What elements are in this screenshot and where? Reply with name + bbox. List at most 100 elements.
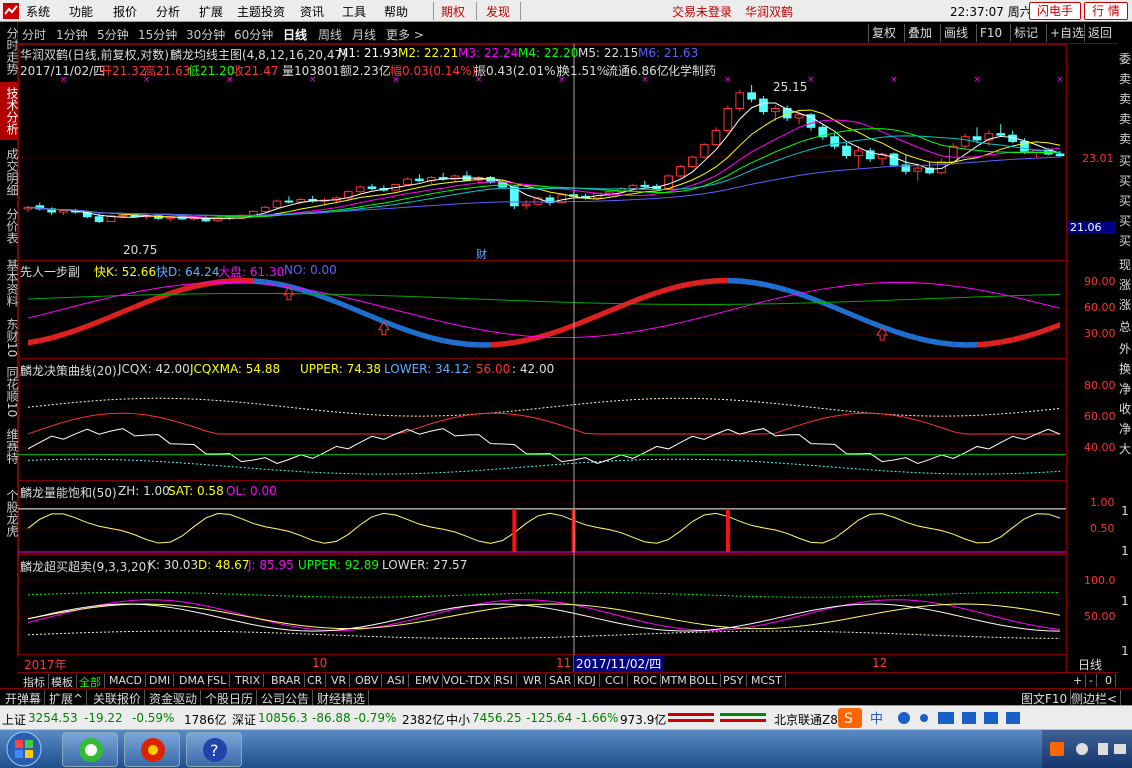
sz-index-name[interactable]: 深证	[232, 711, 256, 728]
candle-body	[628, 184, 638, 190]
tab-weisaite[interactable]: 维赛特	[0, 424, 19, 468]
tab-ths-10[interactable]: 同花顺10	[0, 364, 19, 420]
panel-frame	[18, 260, 1067, 359]
momentum-band	[846, 309, 859, 321]
event-marker: ×	[807, 75, 815, 85]
ime-toolbar-icon[interactable]: S 中	[838, 707, 1028, 729]
right-label: 现	[1118, 258, 1131, 272]
period-daily[interactable]: 日线	[283, 26, 307, 43]
draw-line-button[interactable]: 画线	[940, 24, 971, 42]
period-5min[interactable]: 5分钟	[97, 26, 129, 43]
server-name[interactable]: 北京联通Z84	[774, 711, 846, 728]
menu-system[interactable]: 系统	[26, 3, 50, 20]
sh-amount: 1786亿	[184, 713, 227, 727]
tab-dragon-tiger[interactable]: 个股龙虎	[0, 484, 19, 542]
menu-news[interactable]: 资讯	[300, 3, 324, 20]
indicator-tab-asi[interactable]: ASI	[384, 674, 409, 687]
app-logo-icon[interactable]	[2, 2, 20, 20]
panel-control-button[interactable]: +	[1070, 674, 1087, 687]
period-1min[interactable]: 1分钟	[56, 26, 88, 43]
menu-tools[interactable]: 工具	[342, 3, 366, 20]
period-more[interactable]: 更多 >	[386, 26, 424, 43]
indicator-tab-vr[interactable]: VR	[328, 674, 351, 687]
indicator-tab-wr[interactable]: WR	[520, 674, 546, 687]
back-button[interactable]: 返回	[1084, 24, 1115, 42]
indicator-tab-psy[interactable]: PSY	[720, 674, 748, 687]
panel-control-button[interactable]: 0	[1102, 674, 1116, 687]
mark-button[interactable]: 标记	[1010, 24, 1041, 42]
momentum-band	[917, 335, 930, 344]
momentum-band	[941, 340, 954, 348]
candle-body	[913, 167, 923, 172]
candle-body	[747, 92, 756, 100]
saturation-bar	[512, 508, 517, 552]
menu-theme-invest[interactable]: 主题投资	[237, 3, 285, 20]
momentum-band	[573, 318, 586, 329]
menu-quote[interactable]: 报价	[113, 3, 137, 20]
menu-analysis[interactable]: 分析	[156, 3, 180, 20]
taskbar-app-button[interactable]	[62, 732, 118, 767]
add-favorite-button[interactable]: +自选	[1046, 24, 1087, 42]
right-label: 买	[1118, 234, 1131, 248]
indicator-tab-cci[interactable]: CCI	[602, 674, 628, 687]
menu-help[interactable]: 帮助	[384, 3, 408, 20]
sh-index-name[interactable]: 上证	[2, 711, 26, 728]
momentum-band	[490, 341, 503, 348]
indicator-tab-vol-tdx[interactable]: VOL-TDX	[440, 674, 495, 687]
period-60min[interactable]: 60分钟	[234, 26, 273, 43]
indicator-tab-kdj[interactable]: KDJ	[574, 674, 600, 687]
indicator-tab-rsi[interactable]: RSI	[492, 674, 517, 687]
tab-price-table[interactable]: 分价表	[0, 204, 19, 248]
menu-discover[interactable]: 发现	[486, 3, 510, 20]
period-weekly[interactable]: 周线	[318, 26, 342, 43]
indicator-tab-obv[interactable]: OBV	[352, 674, 383, 687]
period-intraday[interactable]: 分时	[22, 26, 46, 43]
indicator-tab-fsl[interactable]: FSL	[204, 674, 231, 687]
indicator-tab-sar[interactable]: SAR	[546, 674, 576, 687]
tray-icons[interactable]	[1042, 730, 1132, 768]
taskbar-app-button[interactable]: ?	[186, 732, 242, 767]
indicator-tab-cr[interactable]: CR	[304, 674, 327, 687]
quote-button[interactable]: 行 情	[1084, 2, 1128, 20]
indicator-tab-trix[interactable]: TRIX	[232, 674, 265, 687]
taskbar-app-button[interactable]	[124, 732, 180, 767]
start-button-icon[interactable]	[4, 731, 44, 768]
lower-line	[27, 630, 1061, 639]
adjust-button[interactable]: 复权	[868, 24, 899, 42]
indicator-tab-brar[interactable]: BRAR	[268, 674, 305, 687]
momentum-band	[134, 299, 147, 310]
indicator-tab-roc[interactable]: ROC	[630, 674, 661, 687]
indicator-tab-dmi[interactable]: DMI	[146, 674, 175, 687]
tab-intraday[interactable]: 分时走势	[0, 24, 19, 78]
indicator-tab-emv[interactable]: EMV	[412, 674, 443, 687]
menu-extend[interactable]: 扩展	[199, 3, 223, 20]
momentum-band	[87, 318, 100, 329]
candle-body	[403, 178, 412, 185]
f10-button[interactable]: F10	[976, 24, 1005, 42]
menu-futures[interactable]: 期权	[441, 3, 465, 20]
overlay-button[interactable]: 叠加	[904, 24, 935, 42]
momentum-band	[549, 327, 562, 337]
momentum-band	[668, 283, 681, 292]
candle-body	[676, 166, 685, 177]
period-30min[interactable]: 30分钟	[186, 26, 225, 43]
flash-trade-button[interactable]: 闪电手	[1029, 2, 1081, 20]
momentum-band	[597, 308, 610, 319]
candle-body	[723, 108, 733, 131]
indicator-tab-boll[interactable]: BOLL	[686, 674, 722, 687]
tab-trades[interactable]: 成交明细	[0, 144, 19, 200]
tab-technical[interactable]: 技术分析	[0, 82, 19, 140]
indicator-tab-mcst[interactable]: MCST	[748, 674, 786, 687]
chart-area[interactable]: × × × × × × × × × × × × ×	[18, 44, 1118, 672]
clock: 22:37:07 周六	[950, 5, 1032, 19]
login-status[interactable]: 交易未登录	[672, 3, 732, 20]
period-15min[interactable]: 15分钟	[138, 26, 177, 43]
period-monthly[interactable]: 月线	[352, 26, 376, 43]
saturation-bar	[725, 508, 730, 552]
menu-function[interactable]: 功能	[69, 3, 93, 20]
tab-eastmoney-10[interactable]: 东财10	[0, 316, 19, 360]
panel-control-button[interactable]: -	[1086, 674, 1097, 687]
tab-fundamentals[interactable]: 基本资料	[0, 254, 19, 312]
zx-index-name[interactable]: 中小	[446, 711, 470, 728]
indicator-tab-macd[interactable]: MACD	[106, 674, 146, 687]
